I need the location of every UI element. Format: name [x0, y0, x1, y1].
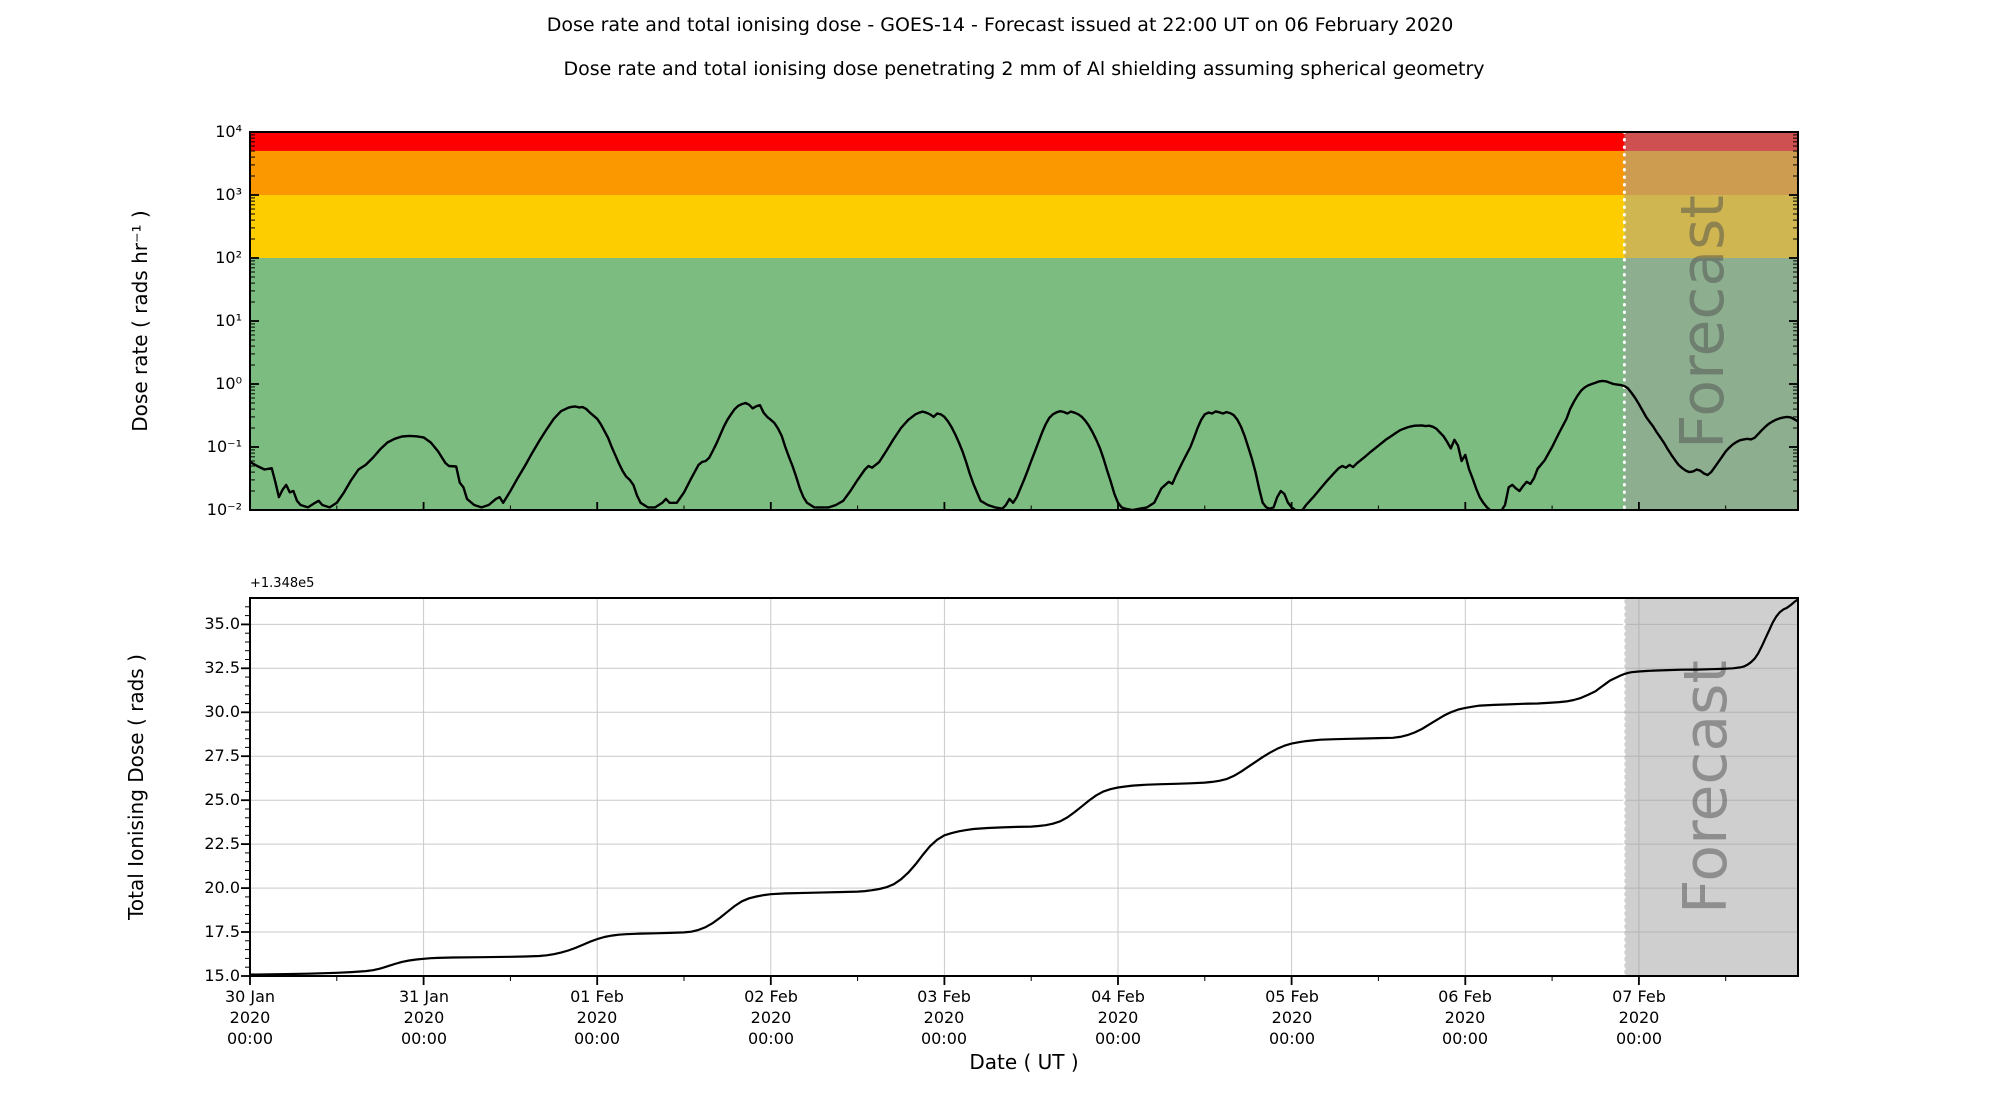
bottom-y-tick-label: 32.5: [204, 658, 240, 677]
figure: Dose rate and total ionising dose - GOES…: [0, 0, 2000, 1100]
bottom-y-tick-label: 35.0: [204, 614, 240, 633]
x-tick-label: 06 Feb 2020 00:00: [1438, 987, 1492, 1048]
top-y-tick-label: 10³: [215, 185, 242, 204]
bottom-y-tick-label: 17.5: [204, 922, 240, 941]
x-tick-label: 30 Jan 2020 00:00: [224, 987, 276, 1048]
bottom-ticks: [241, 606, 1727, 985]
bottom-y-tick-label: 30.0: [204, 702, 240, 721]
x-tick-label: 01 Feb 2020 00:00: [570, 987, 624, 1048]
band-green-nominal: [250, 258, 1798, 510]
top-y-tick-label: 10⁴: [215, 122, 242, 141]
bottom-y-tick-label: 20.0: [204, 878, 240, 897]
bottom-y-tick-label: 25.0: [204, 790, 240, 809]
bottom-axes-spines: [249, 597, 1799, 977]
bottom-y-tick-label: 22.5: [204, 834, 240, 853]
top-y-tick-label: 10²: [215, 248, 242, 267]
top-forecast-watermark: Forecast: [1668, 195, 1738, 449]
band-red-alert: [250, 132, 1798, 151]
x-tick-label: 03 Feb 2020 00:00: [917, 987, 971, 1048]
band-orange-alert: [250, 150, 1798, 195]
bottom-forecast-watermark: Forecast: [1671, 660, 1741, 914]
top-y-tick-label: 10¹: [215, 311, 242, 330]
x-tick-label: 05 Feb 2020 00:00: [1265, 987, 1319, 1048]
top-y-tick-label: 10⁰: [215, 374, 242, 393]
bottom-gridlines: [249, 598, 1798, 977]
x-tick-label: 07 Feb 2020 00:00: [1612, 987, 1666, 1048]
chart-canvas: Forecast Forecast: [241, 130, 1799, 985]
top-y-tick-label: 10⁻²: [206, 500, 242, 519]
band-yellow-warning: [250, 195, 1798, 258]
bottom-y-tick-label: 15.0: [204, 966, 240, 985]
total-dose-curve: [250, 598, 1798, 976]
top-y-tick-label: 10⁻¹: [206, 437, 242, 456]
x-tick-label: 02 Feb 2020 00:00: [744, 987, 798, 1048]
x-tick-label: 04 Feb 2020 00:00: [1091, 987, 1145, 1048]
bottom-y-tick-label: 27.5: [204, 746, 240, 765]
x-tick-label: 31 Jan 2020 00:00: [398, 987, 450, 1048]
